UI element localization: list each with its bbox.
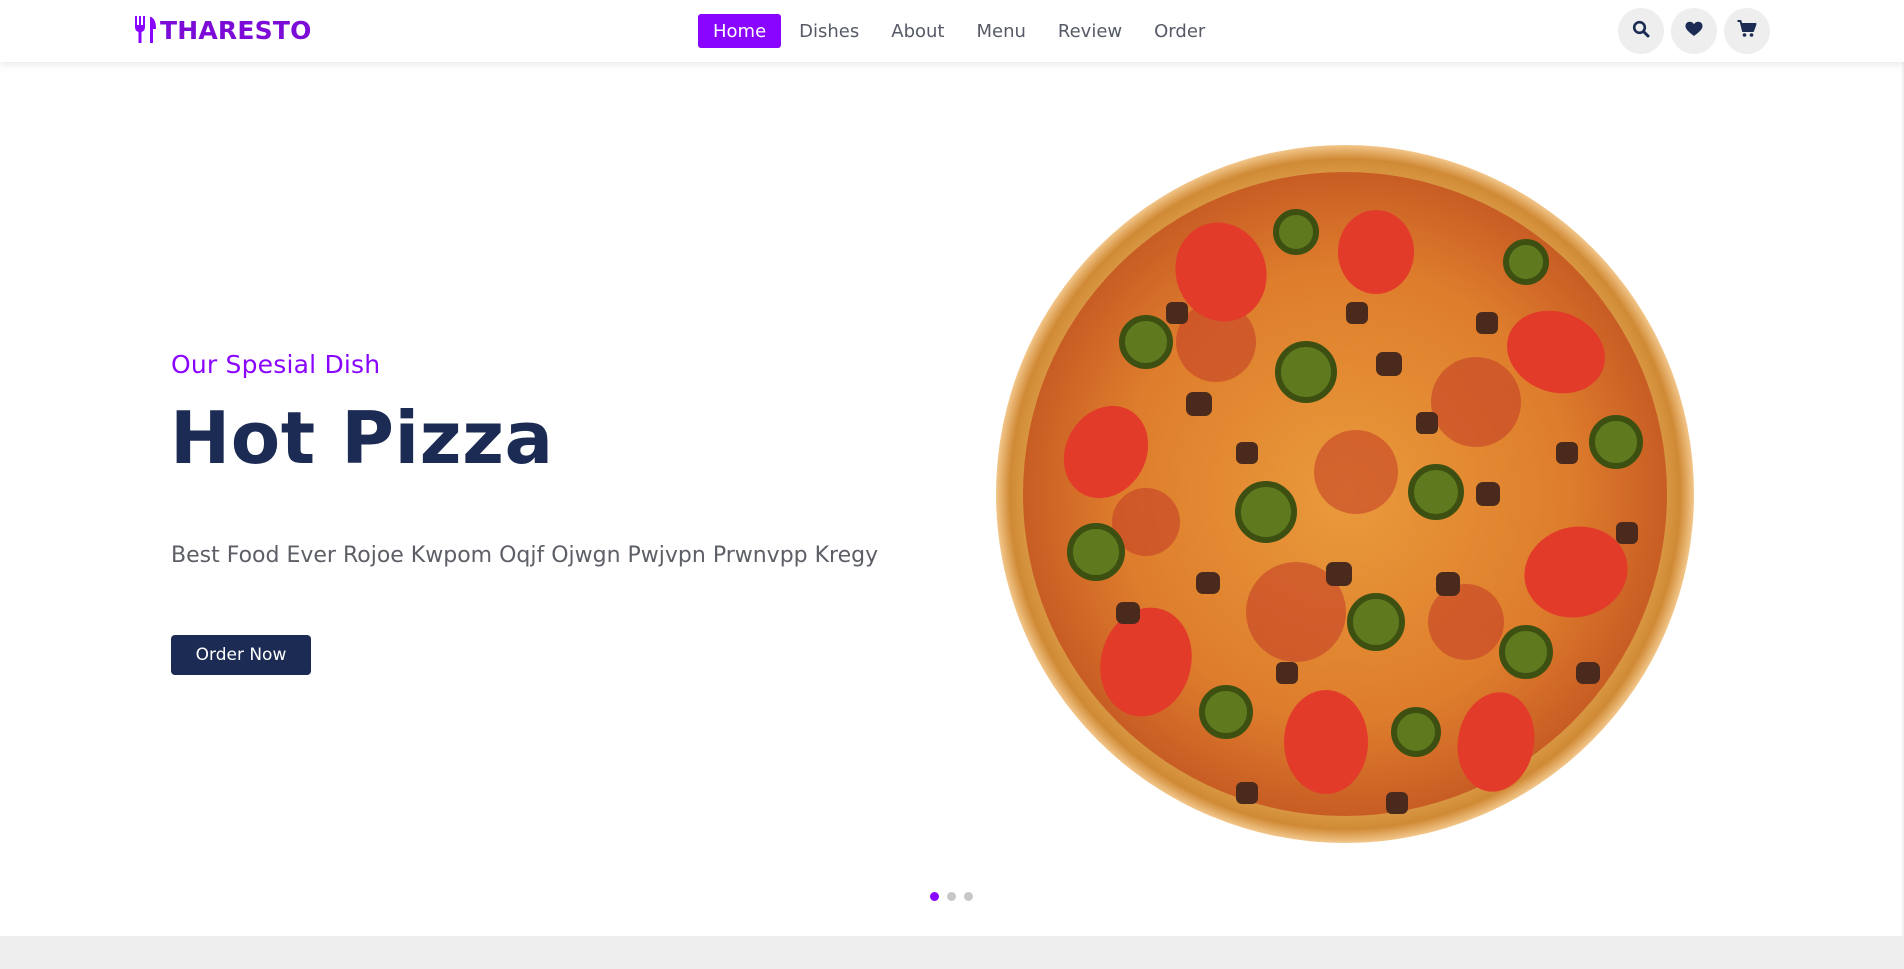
nav-about[interactable]: About [877,14,958,48]
cart-icon [1737,20,1757,42]
heart-icon [1685,21,1703,41]
brand-logo[interactable]: THARESTO [132,14,312,46]
cart-button[interactable] [1724,8,1770,54]
nav-dishes[interactable]: Dishes [785,14,873,48]
site-header: THARESTO Home Dishes About Menu Review O… [0,0,1904,62]
page: THARESTO Home Dishes About Menu Review O… [0,0,1904,969]
hero-subtitle: Our Spesial Dish [171,350,381,379]
next-section-band [0,936,1904,969]
utensils-icon [132,16,158,44]
main-nav: Home Dishes About Menu Review Order [698,14,1223,48]
pizza-image [996,142,1694,846]
hero-slider: Our Spesial Dish Hot Pizza Best Food Eve… [0,62,1904,936]
nav-review[interactable]: Review [1044,14,1136,48]
header-actions [1618,8,1770,54]
search-icon [1632,20,1650,42]
order-now-button[interactable]: Order Now [171,635,311,675]
nav-menu[interactable]: Menu [962,14,1039,48]
nav-home[interactable]: Home [698,14,782,48]
slider-pagination [930,892,973,901]
hero-description: Best Food Ever Rojoe Kwpom Oqjf Ojwgn Pw… [171,543,879,568]
slide-dot-1[interactable] [930,892,939,901]
wishlist-button[interactable] [1671,8,1717,54]
hero-title: Hot Pizza [170,396,554,480]
brand-name: THARESTO [160,15,312,45]
search-button[interactable] [1618,8,1664,54]
nav-order[interactable]: Order [1140,14,1219,48]
slide-dot-3[interactable] [964,892,973,901]
slide-dot-2[interactable] [947,892,956,901]
